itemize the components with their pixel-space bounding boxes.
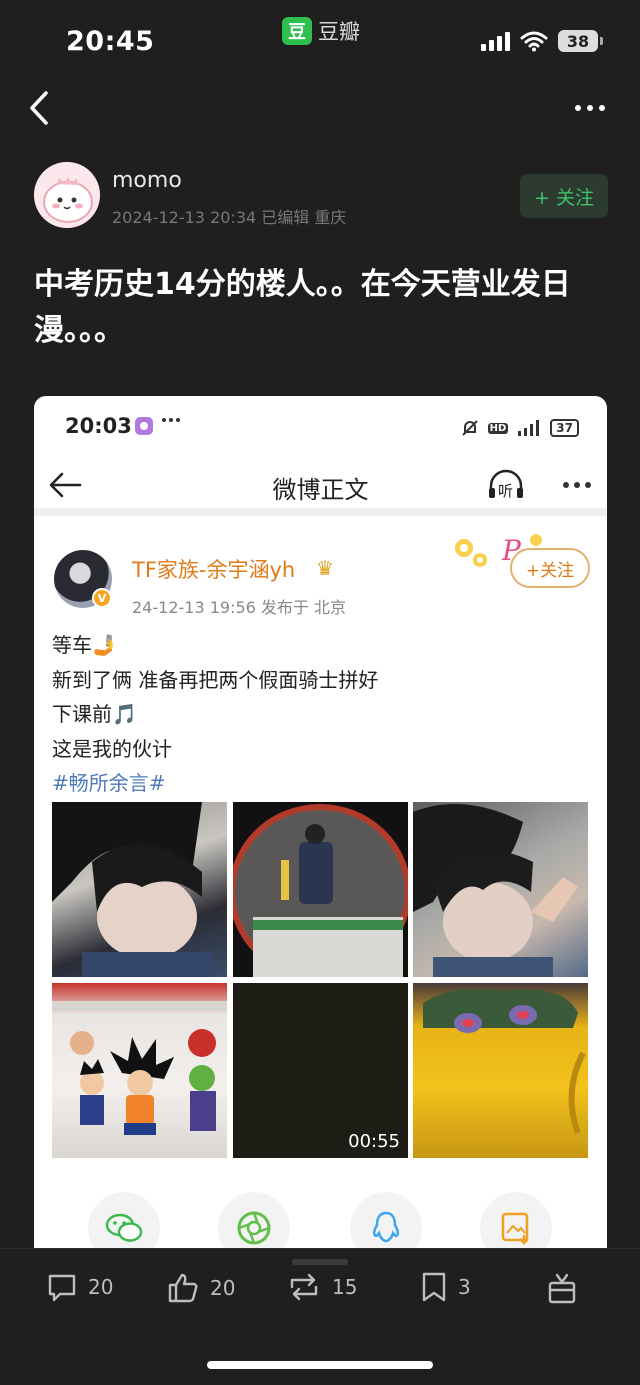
share-options <box>34 1192 607 1256</box>
repost-button[interactable]: 15 <box>286 1271 357 1303</box>
gift-icon <box>548 1273 576 1304</box>
follow-button[interactable]: + 关注 <box>520 174 608 218</box>
battery-icon: 38 <box>558 30 603 52</box>
post-title: 中考历史14分的楼人。。在今天营业发日漫。。。 <box>34 267 571 348</box>
weibo-line: 下课前🎵 <box>52 702 137 726</box>
app-indicator: 豆 豆瓣 <box>282 16 360 46</box>
more-options-button[interactable] <box>570 96 610 120</box>
collect-button[interactable]: 3 <box>420 1271 471 1303</box>
weibo-line: 这是我的伙计 <box>52 736 172 761</box>
avatar[interactable] <box>34 162 100 228</box>
wechat-icon <box>105 1213 143 1242</box>
embedded-status-icons: HD 37 <box>460 418 579 438</box>
embedded-nav-bar: 微博正文 听 <box>34 456 607 516</box>
comment-count: 20 <box>88 1275 114 1299</box>
embedded-status-time: 20:03 <box>65 414 132 438</box>
home-indicator[interactable] <box>207 1361 433 1369</box>
status-bar: 20:45 豆 豆瓣 38 <box>0 0 640 80</box>
qq-penguin-icon <box>372 1211 400 1243</box>
verified-badge-icon: V <box>92 588 112 608</box>
weibo-post-meta: 24-12-13 19:56 发布于 北京 <box>132 598 346 617</box>
embedded-screenshot[interactable]: 20:03 HD 37 微博正文 听 V TF家族-余宇涵yh ♛ 24-12-… <box>34 396 607 1256</box>
share-moments-button <box>218 1192 290 1256</box>
author-name[interactable]: momo <box>112 168 182 193</box>
video-duration: 00:55 <box>348 1131 400 1152</box>
video-tile: 00:55 <box>233 983 408 1158</box>
share-wechat-button <box>88 1192 160 1256</box>
photo-tile <box>233 802 408 977</box>
hd-icon: HD <box>487 422 509 434</box>
like-count: 20 <box>210 1276 236 1300</box>
status-icons: 38 <box>481 30 603 52</box>
like-button[interactable]: 20 <box>166 1271 235 1305</box>
crown-icon: ♛ <box>316 556 334 580</box>
app-name: 豆瓣 <box>318 20 360 44</box>
repost-icon <box>290 1273 318 1301</box>
signal-icon <box>481 31 510 51</box>
weibo-follow-button: +关注 <box>510 548 590 588</box>
embedded-more-icon <box>563 482 591 488</box>
weibo-text: 等车🤳 新到了俩 准备再把两个假面骑士拼好 下课前🎵 这是我的伙计 #畅所余言# <box>52 628 378 801</box>
wifi-icon <box>520 31 548 52</box>
aperture-icon <box>237 1211 271 1245</box>
comment-button[interactable]: 20 <box>46 1271 113 1303</box>
weibo-user-name: TF家族-余宇涵yh <box>132 558 296 582</box>
bookmark-icon <box>422 1272 446 1302</box>
photo-tile <box>52 802 227 977</box>
listen-label: 听 <box>498 482 514 500</box>
douban-logo-icon: 豆 <box>282 17 312 45</box>
back-button[interactable] <box>24 88 64 128</box>
thumbs-up-icon <box>168 1273 198 1303</box>
headphones-icon: 听 <box>486 468 526 502</box>
save-image-button <box>480 1192 552 1256</box>
post-meta: 2024-12-13 20:34 已编辑 重庆 <box>112 208 347 227</box>
collect-count: 3 <box>458 1275 471 1299</box>
photo-tile <box>413 802 588 977</box>
weibo-line: 新到了俩 准备再把两个假面骑士拼好 <box>52 667 379 692</box>
embedded-battery-icon: 37 <box>550 419 579 437</box>
status-time: 20:45 <box>66 26 155 57</box>
photo-tile <box>413 983 588 1158</box>
embedded-status-bar: 20:03 HD 37 <box>34 396 607 456</box>
repost-count: 15 <box>332 1275 358 1299</box>
share-qq-button <box>350 1192 422 1256</box>
chevron-left-icon <box>30 91 48 125</box>
bottom-action-bar: 20 20 15 3 <box>0 1248 640 1385</box>
weibo-line: 等车🤳 <box>52 633 117 657</box>
image-download-icon <box>501 1212 529 1245</box>
app-notification-icon <box>135 417 153 435</box>
sheet-handle <box>292 1259 348 1265</box>
mute-bell-icon <box>461 420 478 436</box>
cellular-signal-icon <box>518 420 540 436</box>
gift-button[interactable] <box>546 1271 578 1305</box>
photo-tile <box>52 983 227 1158</box>
pink-dino-avatar-icon <box>34 162 100 228</box>
embedded-more-status-icon <box>162 418 180 422</box>
comment-icon <box>48 1274 76 1302</box>
weibo-hashtag: #畅所余言# <box>52 771 166 795</box>
